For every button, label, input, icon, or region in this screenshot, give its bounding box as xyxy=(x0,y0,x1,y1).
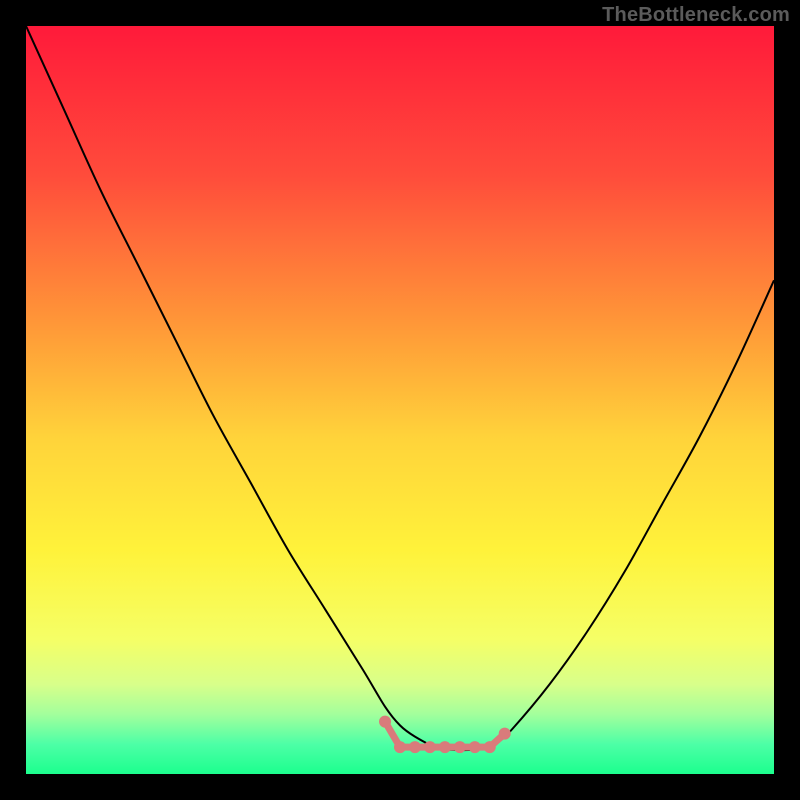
plot-svg xyxy=(26,26,774,774)
watermark-text: TheBottleneck.com xyxy=(602,4,790,27)
chart-frame: TheBottleneck.com xyxy=(0,0,800,800)
plot-background xyxy=(26,26,774,774)
plot-area xyxy=(26,26,774,774)
